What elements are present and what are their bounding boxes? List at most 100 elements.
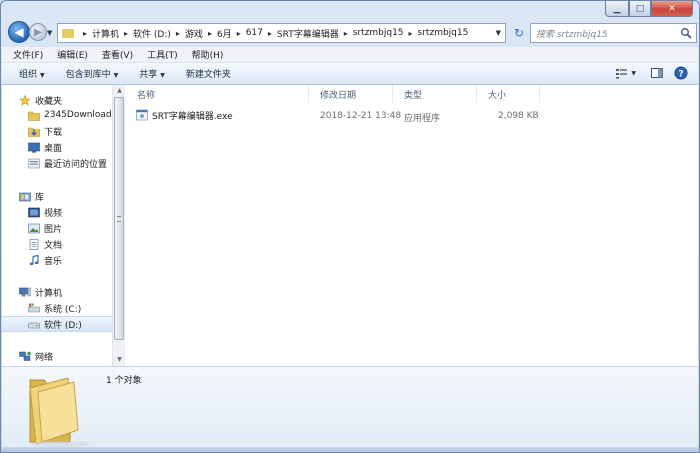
- nav-item-label: 下载: [44, 127, 63, 138]
- window-bottom-border: [1, 447, 699, 452]
- item-count: 1 个对象: [106, 376, 142, 386]
- nav-item-recent[interactable]: 最近访问的位置: [2, 155, 112, 171]
- file-size: 2,098 KB: [498, 111, 539, 121]
- picture-icon: [28, 223, 40, 233]
- minimize-button[interactable]: ▁: [605, 1, 629, 17]
- star-icon: [19, 94, 31, 106]
- breadcrumb-separator[interactable]: ▸: [124, 29, 128, 38]
- nav-item-downloads[interactable]: 下载: [2, 123, 112, 139]
- new-folder-button[interactable]: 新建文件夹: [186, 67, 231, 80]
- breadcrumb-separator[interactable]: ▸: [344, 29, 348, 38]
- recent-pages-dropdown[interactable]: ▼: [47, 29, 52, 37]
- drive-icon: [28, 322, 40, 328]
- library-icon: [19, 192, 31, 201]
- column-header-type[interactable]: 类型: [393, 85, 477, 103]
- preview-pane-icon[interactable]: [650, 66, 664, 80]
- search-box[interactable]: 搜索 srtzmbjq15: [530, 23, 697, 43]
- breadcrumb-separator[interactable]: ▸: [176, 29, 180, 38]
- breadcrumb-separator[interactable]: ▸: [409, 29, 413, 38]
- desktop-icon: [28, 142, 40, 153]
- breadcrumb-separator[interactable]: ▸: [237, 29, 241, 38]
- navigation-scrollbar[interactable]: ▲ ▼: [112, 85, 125, 366]
- nav-item-label: 最近访问的位置: [44, 159, 108, 170]
- nav-network[interactable]: 网络: [2, 348, 112, 364]
- breadcrumb-separator[interactable]: ▸: [208, 29, 212, 38]
- search-input[interactable]: 搜索 srtzmbjq15: [536, 27, 608, 40]
- nav-item-drive-c[interactable]: 系统 (C:): [2, 300, 112, 316]
- help-icon[interactable]: ?: [674, 66, 688, 80]
- maximize-button[interactable]: □: [629, 1, 651, 17]
- table-row[interactable]: SRT字幕编辑器.exe: [136, 107, 233, 123]
- breadcrumb-srtzmbjq15-current[interactable]: srtzmbjq15: [418, 28, 469, 38]
- column-header-name[interactable]: 名称: [126, 85, 309, 103]
- nav-item-label: 文档: [44, 240, 63, 251]
- nav-item-label: 桌面: [44, 143, 63, 154]
- file-modified: 2018-12-21 13:48: [320, 111, 402, 121]
- scrollbar-grip: [117, 216, 121, 222]
- breadcrumb-srt-editor[interactable]: SRT字幕编辑器: [277, 27, 339, 40]
- organize-button[interactable]: 组织 ▼: [19, 67, 45, 80]
- content-area: 收藏夹 2345Downloads 下载 桌面 最近访问的位置 库 视频 图片 …: [2, 85, 698, 366]
- folder-icon: [62, 28, 74, 38]
- chevron-down-icon[interactable]: ▼: [631, 70, 636, 77]
- chevron-down-icon: ▼: [113, 72, 119, 79]
- nav-computer[interactable]: 计算机: [2, 284, 112, 300]
- nav-libraries[interactable]: 库: [2, 188, 112, 204]
- menu-edit[interactable]: 编辑(E): [57, 48, 88, 61]
- nav-computer-label: 计算机: [35, 288, 63, 299]
- column-header-size[interactable]: 大小: [477, 85, 540, 103]
- nav-item-documents[interactable]: 文档: [2, 236, 112, 252]
- breadcrumb-separator[interactable]: ▸: [83, 29, 87, 38]
- menu-help[interactable]: 帮助(H): [192, 48, 224, 61]
- refresh-icon[interactable]: ↻: [509, 23, 529, 43]
- nav-item-pictures[interactable]: 图片: [2, 220, 112, 236]
- breadcrumb-computer[interactable]: 计算机: [92, 27, 119, 40]
- view-options-icon[interactable]: [615, 66, 629, 80]
- include-in-library-button[interactable]: 包含到库中 ▼: [66, 67, 119, 80]
- nav-item-2345downloads[interactable]: 2345Downloads: [2, 107, 112, 123]
- menu-bar: 文件(F) 编辑(E) 查看(V) 工具(T) 帮助(H): [2, 47, 698, 63]
- breadcrumb-games[interactable]: 游戏: [185, 27, 203, 40]
- menu-tools[interactable]: 工具(T): [147, 48, 178, 61]
- download-icon: [28, 127, 40, 137]
- exe-icon: [136, 109, 148, 121]
- breadcrumb-separator[interactable]: ▸: [268, 29, 272, 38]
- nav-item-music[interactable]: 音乐: [2, 252, 112, 268]
- breadcrumb-june[interactable]: 6月: [217, 27, 232, 40]
- address-history-dropdown[interactable]: ▼: [496, 29, 501, 37]
- scroll-down-arrow[interactable]: ▼: [113, 354, 126, 366]
- file-list: 名称 修改日期 类型 大小 SRT字幕编辑器.exe 2018-12-21 13…: [126, 85, 698, 366]
- address-bar[interactable]: ▸ 计算机 ▸ 软件 (D:) ▸ 游戏 ▸ 6月 ▸ 617 ▸ SRT字幕编…: [57, 23, 506, 43]
- close-button[interactable]: ✕: [651, 1, 693, 17]
- menu-view[interactable]: 查看(V): [102, 48, 133, 61]
- nav-item-videos[interactable]: 视频: [2, 204, 112, 220]
- back-button[interactable]: ◀: [8, 21, 30, 43]
- share-button[interactable]: 共享 ▼: [139, 67, 165, 80]
- recent-icon: [28, 158, 40, 168]
- navigation-pane: 收藏夹 2345Downloads 下载 桌面 最近访问的位置 库 视频 图片 …: [2, 85, 112, 366]
- include-label: 包含到库中: [65, 70, 111, 80]
- nav-item-drive-d[interactable]: 软件 (D:): [2, 316, 112, 332]
- scrollbar-thumb[interactable]: [114, 97, 124, 340]
- details-pane: 1 个对象: [2, 366, 698, 447]
- drive-icon: [28, 303, 40, 312]
- scroll-up-arrow[interactable]: ▲: [113, 85, 126, 97]
- breadcrumb-617[interactable]: 617: [246, 28, 263, 38]
- nav-favorites-label: 收藏夹: [35, 96, 63, 107]
- video-icon: [28, 207, 40, 217]
- document-icon: [29, 238, 39, 250]
- menu-file[interactable]: 文件(F): [13, 48, 43, 61]
- nav-item-label: 音乐: [44, 256, 63, 267]
- nav-item-label: 图片: [44, 224, 63, 235]
- breadcrumb-srtzmbjq15[interactable]: srtzmbjq15: [353, 28, 404, 38]
- column-header-modified[interactable]: 修改日期: [309, 85, 393, 103]
- search-icon[interactable]: [680, 27, 692, 39]
- forward-button[interactable]: ▶: [29, 23, 47, 41]
- chevron-down-icon: ▼: [160, 72, 165, 79]
- file-type: 应用程序: [404, 114, 441, 124]
- breadcrumb-drive-d[interactable]: 软件 (D:): [133, 27, 171, 40]
- share-label: 共享: [139, 70, 158, 80]
- navigation-bar: ◀ ▶ ▼ ▸ 计算机 ▸ 软件 (D:) ▸ 游戏 ▸ 6月 ▸ 617 ▸ …: [5, 21, 697, 45]
- nav-favorites[interactable]: 收藏夹: [2, 92, 112, 108]
- nav-item-desktop[interactable]: 桌面: [2, 139, 112, 155]
